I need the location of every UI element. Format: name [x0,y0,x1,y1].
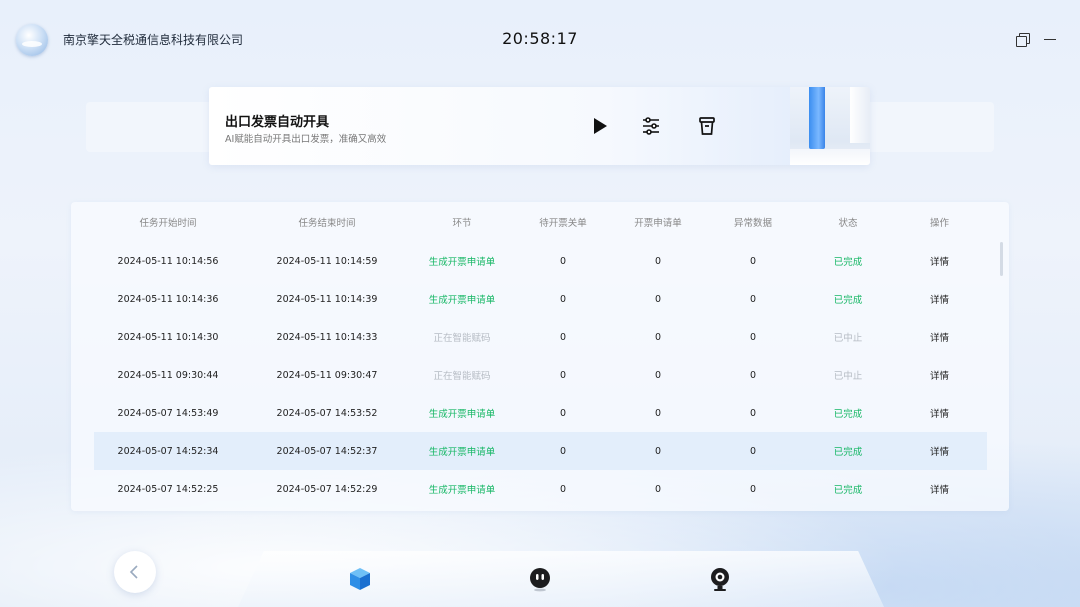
bottom-dock [238,551,884,607]
stage-cell: 生成开票申请单 [428,485,496,496]
stage-cell: 正在智能赋码 [433,333,491,344]
detail-link[interactable]: 详情 [892,318,987,356]
end-time-cell: 2024-05-11 10:14:59 [276,255,378,267]
table-row: 2024-05-11 09:30:44 2024-05-11 09:30:47 正在… [94,356,987,394]
status-cell: 已完成 [833,295,863,306]
column-header: 操作 [929,218,949,229]
pending-count-cell: 0 [559,369,567,381]
cube-dock-button[interactable] [347,566,373,592]
table-header-row: 任务开始时间 任务结束时间 环节 待开票关单 开票申请单 异常数据 状态 操作 [94,202,987,242]
column-header: 待开票关单 [539,218,587,229]
application-count-cell: 0 [654,331,662,343]
table-row: 2024-05-07 14:52:34 2024-05-07 14:52:37 生成… [94,432,987,470]
start-time-cell: 2024-05-11 10:14:36 [117,293,219,305]
banner-illustration [790,87,870,165]
stage-cell: 生成开票申请单 [428,295,496,306]
pending-count-cell: 0 [559,255,567,267]
application-count-cell: 0 [654,293,662,305]
task-table: 任务开始时间 任务结束时间 环节 待开票关单 开票申请单 异常数据 状态 操作 … [94,202,987,508]
column-header: 状态 [838,218,858,229]
start-time-cell: 2024-05-07 14:53:49 [117,407,219,419]
settings-button[interactable] [640,115,662,137]
abnormal-count-cell: 0 [702,432,804,470]
detail-link[interactable]: 详情 [892,394,987,432]
start-time-cell: 2024-05-07 14:52:25 [117,483,219,495]
trash-icon [699,117,715,135]
detail-link[interactable]: 详情 [892,356,987,394]
abnormal-count-cell: 0 [749,331,757,343]
table-row: 2024-05-11 10:14:36 2024-05-11 10:14:39 生成… [94,280,987,318]
clear-button[interactable] [696,115,718,137]
table-row: 2024-05-11 10:14:30 2024-05-11 10:14:33 正在… [94,318,987,356]
status-cell: 已中止 [833,371,863,382]
column-header: 任务结束时间 [298,218,356,229]
table-scrollbar[interactable] [1000,242,1003,276]
end-time-cell: 2024-05-11 09:30:47 [276,369,378,381]
end-time-cell: 2024-05-11 10:14:33 [276,331,378,343]
play-icon [594,118,607,134]
detail-link[interactable]: 详情 [892,432,987,470]
task-banner: 出口发票自动开具 AI赋能自动开具出口发票，准确又高效 [209,87,870,165]
detail-link[interactable]: 详情 [892,470,987,508]
pending-count-cell: 0 [559,483,567,495]
start-time-cell: 2024-05-07 14:52:34 [94,432,242,470]
banner-subtitle: AI赋能自动开具出口发票，准确又高效 [225,134,387,145]
stage-cell: 生成开票申请单 [412,432,512,470]
cube-icon [350,568,370,590]
detail-link[interactable]: 详情 [892,242,987,280]
abnormal-count-cell: 0 [749,369,757,381]
sliders-icon [643,117,659,135]
app-header: 南京擎天全税通信息科技有限公司 20:58:17 [0,0,1080,80]
end-time-cell: 2024-05-07 14:53:52 [276,407,378,419]
back-button[interactable] [114,551,156,593]
column-header: 开票申请单 [634,218,682,229]
application-count-cell: 0 [654,483,662,495]
camera-icon [711,568,729,591]
end-time-cell: 2024-05-11 10:14:39 [276,293,378,305]
pending-count-cell: 0 [559,293,567,305]
detail-link[interactable]: 详情 [892,280,987,318]
pending-count-cell: 0 [559,407,567,419]
abnormal-count-cell: 0 [749,293,757,305]
column-header: 环节 [452,218,472,229]
clock: 20:58:17 [502,29,578,48]
column-header: 异常数据 [733,218,772,229]
abnormal-count-cell: 0 [749,255,757,267]
abnormal-count-cell: 0 [749,483,757,495]
chevron-left-icon [129,565,138,579]
table-row: 2024-05-11 10:14:56 2024-05-11 10:14:59 生成… [94,242,987,280]
status-cell: 已完成 [833,409,863,420]
play-button[interactable] [589,115,611,137]
start-time-cell: 2024-05-11 10:14:56 [117,255,219,267]
pending-count-cell: 0 [512,432,614,470]
end-time-cell: 2024-05-07 14:52:29 [276,483,378,495]
robot-dock-button[interactable] [527,566,553,592]
pending-count-cell: 0 [559,331,567,343]
application-count-cell: 0 [654,369,662,381]
application-count-cell: 0 [614,432,702,470]
end-time-cell: 2024-05-07 14:52:37 [242,432,412,470]
status-cell: 已完成 [804,432,892,470]
status-cell: 已完成 [833,485,863,496]
restore-window-icon[interactable] [1015,31,1031,47]
task-table-panel: 任务开始时间 任务结束时间 环节 待开票关单 开票申请单 异常数据 状态 操作 … [71,202,1009,511]
stage-cell: 正在智能赋码 [433,371,491,382]
robot-icon [530,568,550,592]
banner-title: 出口发票自动开具 [225,115,330,130]
status-cell: 已完成 [833,257,863,268]
table-row: 2024-05-07 14:53:49 2024-05-07 14:53:52 生成… [94,394,987,432]
application-count-cell: 0 [654,407,662,419]
status-cell: 已中止 [833,333,863,344]
stage-cell: 生成开票申请单 [428,409,496,420]
stage-cell: 生成开票申请单 [428,257,496,268]
minimize-window-icon[interactable] [1043,31,1059,47]
table-row: 2024-05-07 14:52:25 2024-05-07 14:52:29 生成… [94,470,987,508]
column-header: 任务开始时间 [139,218,197,229]
start-time-cell: 2024-05-11 10:14:30 [117,331,219,343]
abnormal-count-cell: 0 [749,407,757,419]
start-time-cell: 2024-05-11 09:30:44 [117,369,219,381]
application-count-cell: 0 [654,255,662,267]
camera-dock-button[interactable] [707,566,733,592]
